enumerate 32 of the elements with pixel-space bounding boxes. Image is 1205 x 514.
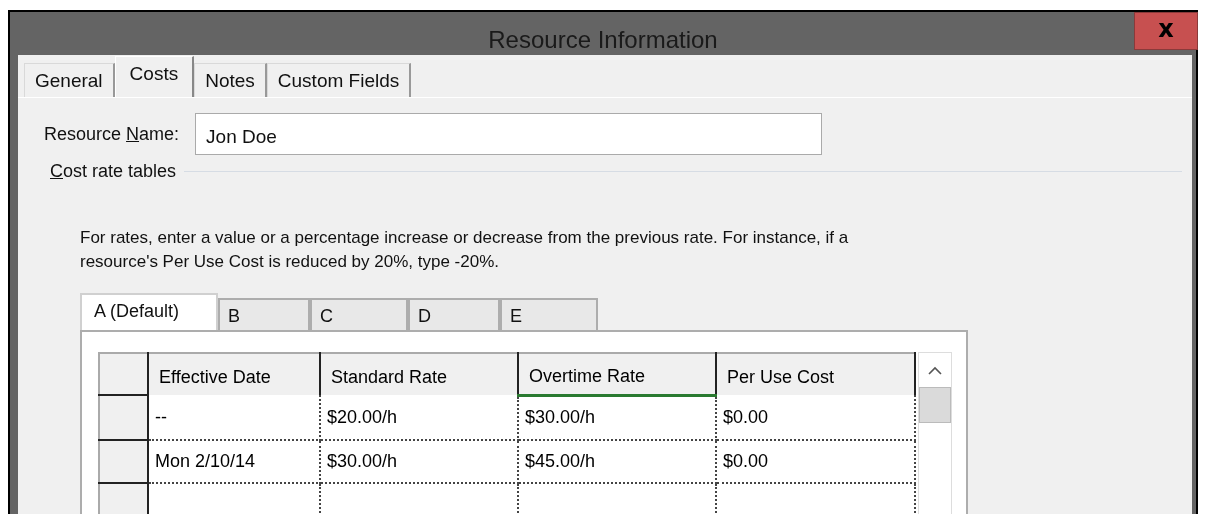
column-header[interactable]: Effective Date bbox=[148, 353, 320, 396]
table-cell[interactable]: $30.00/h bbox=[320, 439, 518, 484]
tab[interactable]: Costs bbox=[114, 56, 195, 97]
scroll-thumb[interactable] bbox=[919, 387, 951, 423]
instructions-text: For rates, enter a value or a percentage increase or decrease from the previous rate. For instance, if a resource's Per Use Cost is reduced by 20%, type -20%. bbox=[80, 227, 850, 273]
table-cell[interactable]: $30.00/h bbox=[518, 395, 716, 440]
rate-table-tab[interactable]: B bbox=[218, 298, 310, 330]
table-cell[interactable]: $0.00 bbox=[716, 439, 915, 484]
rate-table-tab[interactable]: D bbox=[408, 298, 500, 330]
rate-table-tab[interactable]: E bbox=[500, 298, 598, 330]
field-label: Resource Name: bbox=[44, 123, 180, 145]
rate-table-tab[interactable]: A (Default) bbox=[80, 293, 218, 330]
table-cell[interactable]: Mon 2/10/14 bbox=[148, 439, 320, 484]
resource-name-field[interactable]: Jon Doe bbox=[195, 113, 823, 155]
column-header[interactable]: Standard Rate bbox=[320, 353, 518, 396]
column-header[interactable]: Overtime Rate bbox=[518, 353, 716, 396]
table-cell[interactable]: $45.00/h bbox=[518, 439, 716, 484]
scrollbar[interactable] bbox=[918, 352, 952, 514]
tab[interactable]: Custom Fields bbox=[266, 63, 412, 97]
scroll-up-icon[interactable] bbox=[928, 365, 942, 375]
group-label: Cost rate tables bbox=[50, 161, 177, 182]
table-cell[interactable]: -- bbox=[148, 395, 320, 440]
close-button[interactable]: x bbox=[1134, 12, 1198, 50]
window-title: Resource Information bbox=[487, 26, 719, 54]
column-header[interactable]: Per Use Cost bbox=[716, 353, 915, 396]
tab[interactable]: General bbox=[24, 63, 115, 97]
table-cell[interactable]: $0.00 bbox=[716, 395, 915, 440]
table-cell[interactable]: $20.00/h bbox=[320, 395, 518, 440]
row-header[interactable] bbox=[99, 395, 148, 440]
tab[interactable]: Notes bbox=[194, 63, 267, 97]
row-header[interactable] bbox=[99, 439, 148, 484]
rate-table-tab[interactable]: C bbox=[310, 298, 408, 330]
